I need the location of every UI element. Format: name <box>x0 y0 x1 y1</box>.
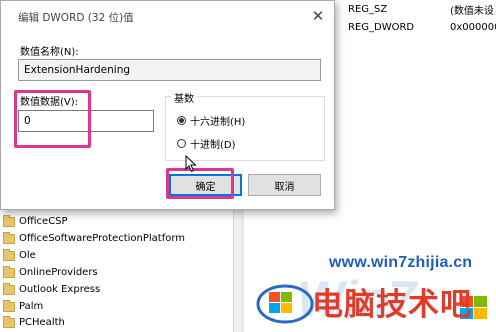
radio-dec-label: 十进制(D) <box>190 140 236 151</box>
tree-item-label: PCHealth <box>19 317 65 328</box>
value-data-label: 数值数据(V): <box>20 97 79 108</box>
value-data: (数值未设 <box>450 5 494 17</box>
ok-button[interactable]: 确定 <box>169 174 242 196</box>
close-icon[interactable]: ✕ <box>304 3 332 29</box>
dialog-titlebar[interactable]: 编辑 DWORD (32 位)值 ✕ <box>1 1 334 31</box>
tree-item-officesoftwareprotectionplatform[interactable]: OfficeSoftwareProtectionPlatform <box>3 230 185 247</box>
folder-icon <box>3 248 15 261</box>
cancel-button[interactable]: 取消 <box>248 174 321 196</box>
radio-decimal[interactable]: 十进制(D) <box>177 136 236 151</box>
folder-icon <box>3 214 15 227</box>
dialog-title: 编辑 DWORD (32 位)值 <box>18 12 134 24</box>
tree-item-onlineproviders[interactable]: OnlineProviders <box>3 264 98 281</box>
folder-icon <box>3 265 15 278</box>
radio-selected-icon <box>177 116 186 125</box>
radio-unselected-icon <box>177 139 186 148</box>
tree-item-label: Ole <box>19 250 36 261</box>
folder-icon <box>3 299 15 312</box>
value-name-label: 数值名称(N): <box>20 47 79 58</box>
tree-item-pchealth[interactable]: PCHealth <box>3 314 65 331</box>
edit-dword-dialog: 编辑 DWORD (32 位)值 ✕ 数值名称(N): ExtensionHar… <box>0 0 335 210</box>
value-data-input[interactable]: 0 <box>18 110 154 132</box>
value-name-field: ExtensionHardening <box>18 59 321 81</box>
tree-item-label: OfficeSoftwareProtectionPlatform <box>19 233 186 244</box>
base-groupbox <box>165 96 325 161</box>
watermark-brand: 电脑技术吧 <box>312 287 472 323</box>
tree-item-label: OfficeCSP <box>19 216 68 227</box>
folder-icon <box>3 315 15 328</box>
tree-item-palm[interactable]: Palm <box>3 298 43 315</box>
tree-item-outlook-express[interactable]: Outlook Express <box>3 281 100 298</box>
tree-item-label: Palm <box>19 301 44 312</box>
value-type: REG_SZ <box>348 3 388 15</box>
folder-icon <box>3 282 15 295</box>
tree-item-officecsp[interactable]: OfficeCSP <box>3 213 68 230</box>
folder-icon <box>3 231 15 244</box>
tree-item-label: Outlook Express <box>19 284 101 295</box>
value-data: 0x000000 <box>450 21 496 33</box>
radio-hex-label: 十六进制(H) <box>190 117 246 128</box>
value-type: REG_DWORD <box>348 21 415 33</box>
tree-item-ole[interactable]: Ole <box>3 247 36 264</box>
tree-item-label: OnlineProviders <box>19 267 98 278</box>
radio-hexadecimal[interactable]: 十六进制(H) <box>177 113 245 128</box>
mouse-pointer-icon <box>185 155 197 173</box>
base-group-label: 基数 <box>171 90 197 105</box>
